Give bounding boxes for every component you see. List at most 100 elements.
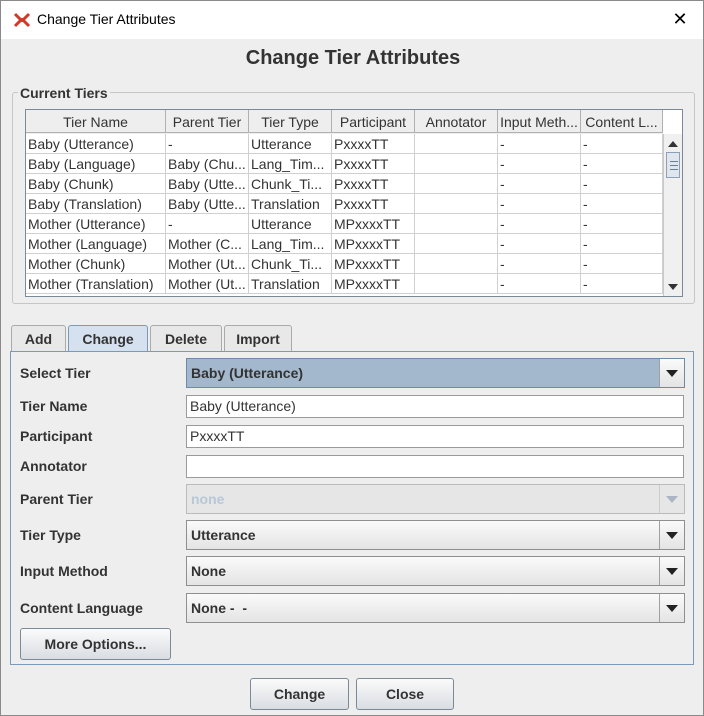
table-cell xyxy=(415,134,498,154)
column-header[interactable]: Tier Name xyxy=(26,110,166,133)
table-row[interactable]: Baby (Chunk) Baby (Utte... Chunk_Ti... Pxxx… xyxy=(26,174,663,194)
scroll-up-icon[interactable] xyxy=(668,141,678,147)
select-tier-dropdown[interactable]: Baby (Utterance) xyxy=(186,358,685,388)
table-cell: PxxxxTT xyxy=(332,154,415,174)
close-icon[interactable]: ✕ xyxy=(657,1,703,39)
change-button[interactable]: Change xyxy=(250,678,349,710)
table-cell: Lang_Tim... xyxy=(249,154,332,174)
table-cell xyxy=(415,214,498,234)
input-method-value: None xyxy=(191,563,226,579)
table-cell: - xyxy=(581,214,663,234)
table-cell: - xyxy=(581,234,663,254)
tier-name-field[interactable]: Baby (Utterance) xyxy=(186,395,684,418)
table-row[interactable]: Baby (Language) Baby (Chu... Lang_Tim... Px… xyxy=(26,154,663,174)
table-cell: MPxxxxTT xyxy=(332,214,415,234)
tier-type-dropdown[interactable]: Utterance xyxy=(186,520,685,550)
table-row[interactable]: Mother (Chunk) Mother (Ut... Chunk_Ti... MP… xyxy=(26,254,663,274)
table-cell: - xyxy=(581,174,663,194)
tab-add[interactable]: Add xyxy=(11,325,66,351)
title-bar[interactable]: Change Tier Attributes ✕ xyxy=(1,1,703,39)
table-cell: MPxxxxTT xyxy=(332,234,415,254)
table-cell: - xyxy=(166,214,249,234)
scroll-thumb[interactable] xyxy=(666,152,680,178)
table-row[interactable]: Mother (Utterance) - Utterance MPxxxxTT - - xyxy=(26,214,663,234)
annotator-field[interactable] xyxy=(186,455,684,478)
input-method-label: Input Method xyxy=(20,563,108,579)
elan-app-icon xyxy=(13,12,31,28)
table-cell: Mother (Translation) xyxy=(26,274,166,294)
parent-tier-value: none xyxy=(191,491,225,507)
tier-type-label: Tier Type xyxy=(20,527,81,543)
table-cell: - xyxy=(581,274,663,294)
content-language-dropdown[interactable]: None - - xyxy=(186,593,685,623)
table-row[interactable]: Mother (Translation) Mother (Ut... Transla… xyxy=(26,274,663,294)
table-cell: Baby (Chunk) xyxy=(26,174,166,194)
tab-import[interactable]: Import xyxy=(224,325,292,351)
table-cell: Utterance xyxy=(249,134,332,154)
tab-change[interactable]: Change xyxy=(68,325,148,352)
table-row[interactable]: Baby (Utterance) - Utterance PxxxxTT - - xyxy=(26,134,663,154)
select-tier-label: Select Tier xyxy=(20,365,91,381)
chevron-down-icon[interactable] xyxy=(659,521,684,549)
table-scrollbar[interactable] xyxy=(663,134,682,296)
column-header[interactable]: Participant xyxy=(332,110,415,133)
table-cell xyxy=(415,274,498,294)
table-cell: - xyxy=(581,254,663,274)
table-cell: Mother (Language) xyxy=(26,234,166,254)
scroll-down-icon[interactable] xyxy=(668,284,678,290)
tier-name-label: Tier Name xyxy=(20,398,88,414)
parent-tier-label: Parent Tier xyxy=(20,491,93,507)
table-cell: Mother (C... xyxy=(166,234,249,254)
table-cell: - xyxy=(498,214,581,234)
column-header[interactable]: Content L... xyxy=(581,110,663,133)
table-cell: Lang_Tim... xyxy=(249,234,332,254)
participant-field[interactable]: PxxxxTT xyxy=(186,425,684,448)
tab-delete[interactable]: Delete xyxy=(150,325,222,351)
dialog-window: Change Tier Attributes ✕ Change Tier Att… xyxy=(0,0,704,716)
table-cell: Baby (Utte... xyxy=(166,174,249,194)
table-cell: - xyxy=(581,194,663,214)
column-header[interactable]: Annotator xyxy=(415,110,498,133)
table-cell: - xyxy=(581,154,663,174)
table-cell: Mother (Utterance) xyxy=(26,214,166,234)
table-cell: Mother (Ut... xyxy=(166,274,249,294)
table-cell: - xyxy=(498,174,581,194)
chevron-down-icon[interactable] xyxy=(659,359,684,387)
chevron-down-icon[interactable] xyxy=(659,557,684,585)
table-cell: - xyxy=(498,254,581,274)
column-header[interactable]: Tier Type xyxy=(249,110,332,133)
table-cell: Translation xyxy=(249,194,332,214)
table-cell: Baby (Utterance) xyxy=(26,134,166,154)
current-tiers-legend: Current Tiers xyxy=(18,85,110,101)
table-row[interactable]: Mother (Language) Mother (C... Lang_Tim...… xyxy=(26,234,663,254)
table-cell xyxy=(415,234,498,254)
input-method-dropdown[interactable]: None xyxy=(186,556,685,586)
tiers-table[interactable]: Tier Name Parent Tier Tier Type Particip… xyxy=(25,109,683,297)
table-cell: Utterance xyxy=(249,214,332,234)
close-button[interactable]: Close xyxy=(356,678,454,710)
table-cell xyxy=(415,194,498,214)
table-cell: Baby (Chu... xyxy=(166,154,249,174)
table-cell: - xyxy=(498,274,581,294)
more-options-button[interactable]: More Options... xyxy=(20,628,171,660)
column-header[interactable]: Input Meth... xyxy=(498,110,581,133)
column-header[interactable]: Parent Tier xyxy=(166,110,249,133)
table-cell: PxxxxTT xyxy=(332,194,415,214)
table-row[interactable]: Baby (Translation) Baby (Utte... Translati… xyxy=(26,194,663,214)
dialog-heading: Change Tier Attributes xyxy=(245,47,461,69)
table-cell: Translation xyxy=(249,274,332,294)
table-cell: MPxxxxTT xyxy=(332,274,415,294)
table-cell: Mother (Chunk) xyxy=(26,254,166,274)
table-header: Tier Name Parent Tier Tier Type Particip… xyxy=(26,110,663,134)
table-cell: - xyxy=(166,134,249,154)
select-tier-value: Baby (Utterance) xyxy=(191,365,304,381)
content-language-label: Content Language xyxy=(20,600,143,616)
table-cell: Mother (Ut... xyxy=(166,254,249,274)
table-cell: Chunk_Ti... xyxy=(249,174,332,194)
participant-label: Participant xyxy=(20,428,93,444)
tier-type-value: Utterance xyxy=(191,527,256,543)
window-title: Change Tier Attributes xyxy=(37,11,176,27)
table-cell: PxxxxTT xyxy=(332,134,415,154)
chevron-down-icon[interactable] xyxy=(659,594,684,622)
table-cell: - xyxy=(498,194,581,214)
